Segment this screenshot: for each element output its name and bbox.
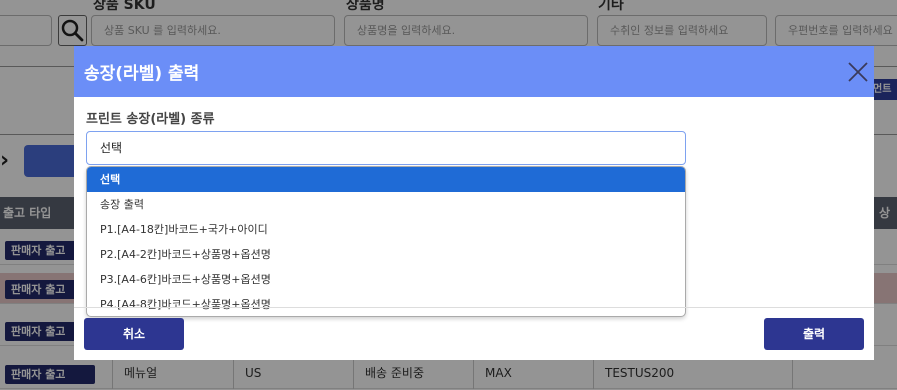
dropdown-option[interactable]: P4.[A4-8칸]바코드+상품명+옵션명: [87, 292, 685, 316]
modal-title: 송장(라벨) 출력: [84, 64, 200, 84]
close-icon[interactable]: [846, 60, 870, 84]
label-type-heading: 프린트 송장(라벨) 종류: [86, 112, 215, 127]
dropdown-option[interactable]: P3.[A4-6칸]바코드+상품명+옵션명: [87, 267, 685, 292]
dropdown-option[interactable]: P2.[A4-2칸]바코드+상품명+옵션명: [87, 242, 685, 267]
label-type-dropdown: 선택 송장 출력 P1.[A4-18칸]바코드+국가+아이디 P2.[A4-2칸…: [86, 166, 686, 317]
cancel-button[interactable]: 취소: [84, 318, 184, 350]
dropdown-option[interactable]: P1.[A4-18칸]바코드+국가+아이디: [87, 217, 685, 242]
dropdown-option[interactable]: 송장 출력: [87, 192, 685, 217]
print-button[interactable]: 출력: [764, 318, 864, 350]
modal-footer-divider: [74, 307, 874, 308]
dropdown-option[interactable]: 선택: [87, 167, 685, 192]
modal-header: 송장(라벨) 출력: [74, 46, 874, 97]
label-type-select[interactable]: 선택: [86, 131, 686, 165]
print-label-modal: 송장(라벨) 출력 프린트 송장(라벨) 종류 선택 선택 송장 출력 P1.[…: [74, 46, 874, 360]
